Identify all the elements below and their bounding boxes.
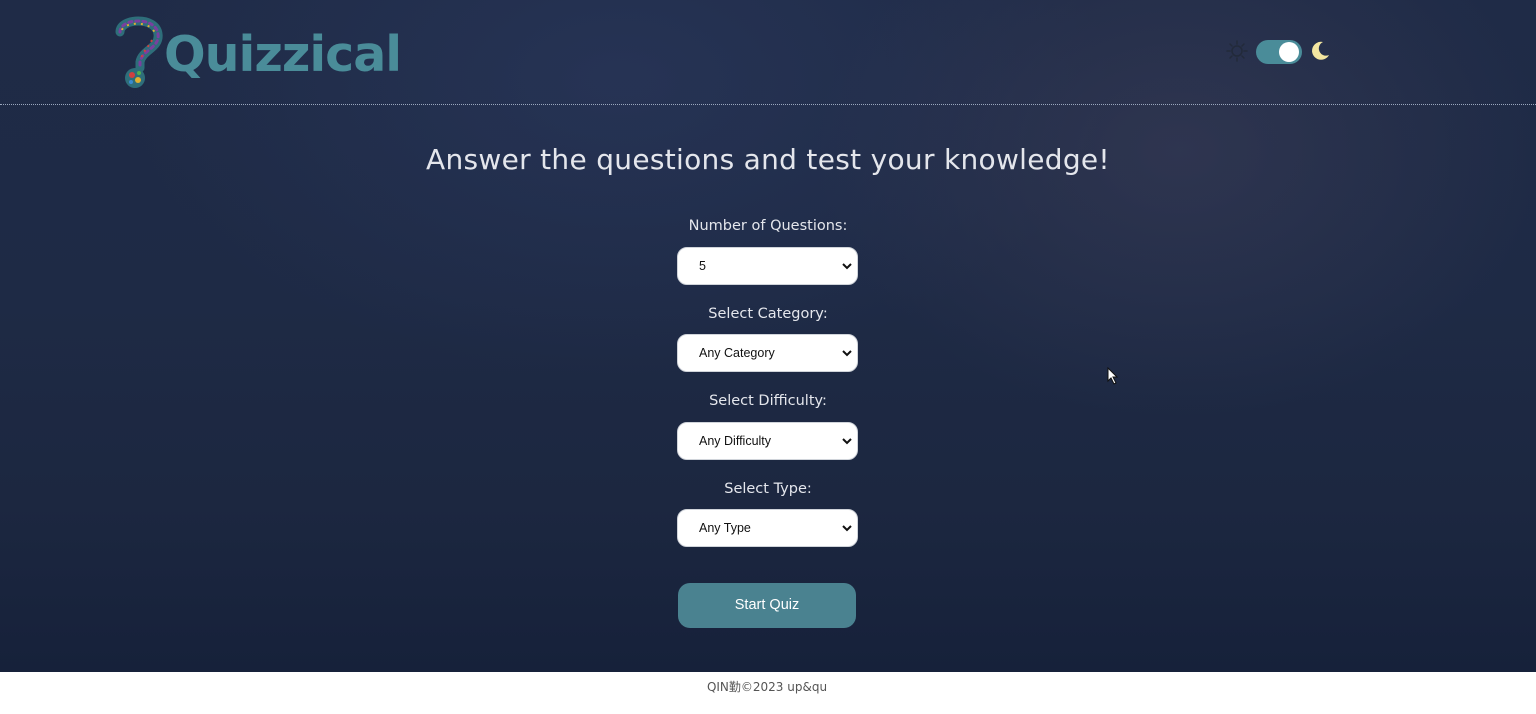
type-value: Any Type bbox=[699, 521, 751, 535]
category-label: Select Category: bbox=[708, 306, 828, 322]
header: Quizzical bbox=[0, 0, 1536, 105]
theme-switch[interactable] bbox=[1256, 40, 1302, 64]
theme-switch-knob bbox=[1279, 42, 1299, 62]
chevron-down-icon bbox=[842, 438, 852, 445]
sun-icon bbox=[1226, 40, 1248, 62]
chevron-down-icon bbox=[842, 263, 852, 270]
logo-text: Quizzical bbox=[164, 26, 402, 83]
num-questions-value: 5 bbox=[699, 259, 706, 273]
num-questions-label: Number of Questions: bbox=[688, 218, 848, 234]
difficulty-select[interactable]: Any Difficulty bbox=[677, 422, 858, 460]
moon-icon bbox=[1312, 41, 1329, 60]
theme-toggle[interactable] bbox=[1224, 38, 1334, 66]
app-container: Quizzical Answer the questions and test … bbox=[0, 0, 1536, 672]
category-value: Any Category bbox=[699, 346, 775, 360]
category-select[interactable]: Any Category bbox=[677, 334, 858, 372]
question-mark-logo-icon bbox=[115, 16, 163, 88]
difficulty-value: Any Difficulty bbox=[699, 434, 772, 448]
type-label: Select Type: bbox=[724, 481, 812, 497]
logo[interactable]: Quizzical bbox=[112, 14, 402, 94]
mouse-cursor-icon bbox=[1107, 367, 1119, 385]
footer: QIN勤©2023 up&qu bbox=[0, 672, 1536, 714]
num-questions-select[interactable]: 5 bbox=[677, 247, 858, 285]
chevron-down-icon bbox=[842, 525, 852, 532]
difficulty-label: Select Difficulty: bbox=[709, 393, 827, 409]
footer-copyright: QIN勤©2023 up&qu bbox=[706, 680, 828, 694]
type-select[interactable]: Any Type bbox=[677, 509, 858, 547]
start-quiz-button[interactable]: Start Quiz bbox=[678, 583, 856, 628]
chevron-down-icon bbox=[842, 350, 852, 357]
page-headline: Answer the questions and test your knowl… bbox=[426, 143, 1110, 176]
